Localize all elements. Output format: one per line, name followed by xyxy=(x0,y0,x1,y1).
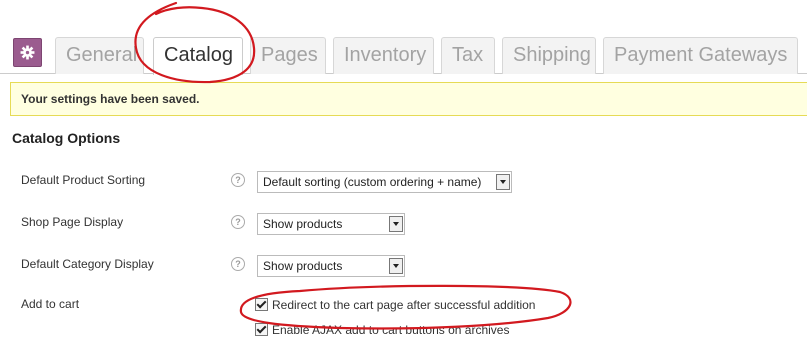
section-title: Catalog Options xyxy=(12,130,121,146)
add-to-cart-label: Add to cart xyxy=(21,297,80,311)
category-display-label: Default Category Display xyxy=(21,257,154,271)
tab-tax[interactable]: Tax xyxy=(441,37,495,74)
settings-button[interactable] xyxy=(13,38,42,67)
shop-display-select[interactable]: Show products xyxy=(257,213,405,235)
tab-catalog[interactable]: Catalog xyxy=(153,37,243,75)
tab-inventory[interactable]: Inventory xyxy=(333,37,434,74)
gear-icon xyxy=(20,45,35,60)
redirect-to-cart-text: Redirect to the cart page after successf… xyxy=(272,298,536,312)
ajax-add-to-cart-checkbox[interactable] xyxy=(255,323,268,336)
chevron-down-icon xyxy=(389,258,403,274)
chevron-down-icon xyxy=(389,216,403,232)
category-display-value: Show products xyxy=(263,259,343,273)
shop-display-label: Shop Page Display xyxy=(21,215,124,229)
product-sorting-select[interactable]: Default sorting (custom ordering + name) xyxy=(257,171,512,193)
settings-tab-bar: General Catalog Pages Inventory Tax Ship… xyxy=(0,0,807,75)
help-icon[interactable]: ? xyxy=(231,173,245,187)
tab-pages[interactable]: Pages xyxy=(250,37,326,74)
category-display-select[interactable]: Show products xyxy=(257,255,405,277)
ajax-add-to-cart-text: Enable AJAX add to cart buttons on archi… xyxy=(272,323,510,337)
shop-display-value: Show products xyxy=(263,217,343,231)
tab-general[interactable]: General xyxy=(55,37,144,74)
ajax-add-to-cart-option[interactable]: Enable AJAX add to cart buttons on archi… xyxy=(255,323,509,337)
redirect-to-cart-option[interactable]: Redirect to the cart page after successf… xyxy=(255,298,535,312)
product-sorting-label: Default Product Sorting xyxy=(21,173,146,187)
help-icon[interactable]: ? xyxy=(231,215,245,229)
tab-shipping[interactable]: Shipping xyxy=(502,37,596,74)
redirect-to-cart-checkbox[interactable] xyxy=(255,298,268,311)
settings-saved-notice: Your settings have been saved. xyxy=(10,82,807,116)
product-sorting-value: Default sorting (custom ordering + name) xyxy=(263,175,482,189)
chevron-down-icon xyxy=(496,174,510,190)
tab-payment-gateways[interactable]: Payment Gateways xyxy=(603,37,798,74)
help-icon[interactable]: ? xyxy=(231,257,245,271)
